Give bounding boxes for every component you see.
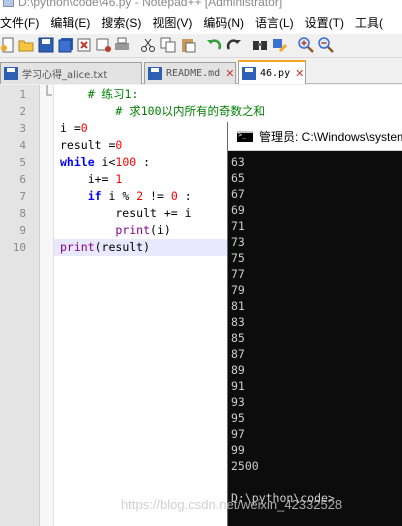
menu-settings[interactable]: 设置(T) bbox=[305, 14, 350, 31]
tab-alice-notes[interactable]: 学习心得_alice.txt bbox=[0, 62, 142, 84]
paste-icon[interactable] bbox=[180, 37, 196, 53]
line-number-gutter: 1 2 3 4 5 6 7 8 9 10 bbox=[0, 85, 40, 526]
save-all-icon[interactable] bbox=[58, 37, 74, 53]
line-number: 6 bbox=[19, 173, 26, 186]
watermark: https://blog.csdn.net/weixin_42332528 bbox=[121, 497, 343, 512]
output-line: 87 bbox=[231, 347, 245, 361]
code-line: while i<100 : bbox=[60, 155, 151, 169]
code-line: result =0 bbox=[60, 138, 123, 152]
output-line: 85 bbox=[231, 331, 245, 345]
floppy-disk-icon bbox=[148, 67, 162, 80]
notepadpp-app-icon bbox=[3, 0, 14, 7]
line-number: 4 bbox=[19, 139, 26, 152]
line-number: 9 bbox=[19, 224, 26, 237]
line-number: 7 bbox=[19, 190, 26, 203]
menu-encoding[interactable]: 编码(N) bbox=[203, 14, 250, 31]
cut-icon[interactable] bbox=[140, 37, 156, 53]
floppy-disk-icon bbox=[242, 66, 256, 80]
window-title: D:\python\code\46.py - Notepad++ [Admini… bbox=[18, 0, 283, 9]
tab-46-py[interactable]: 46.py ✕ bbox=[238, 60, 306, 84]
tab-close-icon[interactable]: ✕ bbox=[225, 67, 234, 80]
tab-label: 学习心得_alice.txt bbox=[22, 70, 108, 81]
line-number: 5 bbox=[19, 156, 26, 169]
menu-file[interactable]: 文件(F) bbox=[0, 14, 45, 31]
menu-bar: 文件(F) 编辑(E) 搜索(S) 视图(V) 编码(N) 语言(L) 设置(T… bbox=[0, 10, 402, 34]
output-line: 69 bbox=[231, 203, 245, 217]
tab-readme[interactable]: README.md ✕ bbox=[144, 62, 236, 84]
undo-icon[interactable] bbox=[206, 37, 222, 53]
line-number: 10 bbox=[12, 241, 26, 254]
output-line: 2500 bbox=[231, 459, 259, 473]
output-line: 81 bbox=[231, 299, 245, 313]
output-line: 93 bbox=[231, 395, 245, 409]
menu-view[interactable]: 视图(V) bbox=[152, 14, 198, 31]
output-line: 97 bbox=[231, 427, 245, 441]
find-icon[interactable] bbox=[252, 37, 268, 53]
tab-bar: 学习心得_alice.txt README.md ✕ 46.py ✕ bbox=[0, 59, 402, 84]
print-icon[interactable] bbox=[114, 37, 130, 53]
new-file-icon[interactable] bbox=[0, 37, 16, 53]
menu-language[interactable]: 语言(L) bbox=[255, 14, 300, 31]
console-title: 管理员: C:\Windows\system32\cmd.exe bbox=[259, 129, 402, 144]
output-line: 71 bbox=[231, 219, 245, 233]
output-line: 91 bbox=[231, 379, 245, 393]
output-line: 63 bbox=[231, 155, 245, 169]
console-output[interactable]: 63 65 67 69 71 73 75 77 79 81 83 85 87 8… bbox=[228, 151, 402, 526]
copy-icon[interactable] bbox=[160, 37, 176, 53]
code-line: print(result) bbox=[60, 240, 151, 254]
window-title-bar: D:\python\code\46.py - Notepad++ [Admini… bbox=[0, 0, 402, 10]
close-all-icon[interactable] bbox=[96, 37, 112, 53]
code-line: # 练习1: bbox=[60, 87, 139, 101]
cmd-console-window[interactable]: 管理员: C:\Windows\system32\cmd.exe 63 65 6… bbox=[227, 122, 402, 526]
menu-search[interactable]: 搜索(S) bbox=[101, 14, 147, 31]
output-line: 77 bbox=[231, 267, 245, 281]
line-number: 1 bbox=[19, 88, 26, 101]
output-line: 73 bbox=[231, 235, 245, 249]
output-line: 83 bbox=[231, 315, 245, 329]
output-line: 67 bbox=[231, 187, 245, 201]
replace-icon[interactable] bbox=[272, 37, 288, 53]
toolbar bbox=[0, 34, 402, 58]
open-file-icon[interactable] bbox=[18, 37, 34, 53]
line-number: 8 bbox=[19, 207, 26, 220]
code-line: i+= 1 bbox=[60, 172, 123, 186]
menu-edit[interactable]: 编辑(E) bbox=[50, 14, 96, 31]
code-line: print(i) bbox=[115, 223, 171, 237]
close-icon[interactable] bbox=[76, 37, 92, 53]
line-number: 2 bbox=[19, 105, 26, 118]
line-number: 3 bbox=[19, 122, 26, 135]
code-line: if i % 2 != 0 : bbox=[87, 189, 192, 203]
tab-label: 46.py bbox=[260, 67, 291, 79]
console-title-bar[interactable]: 管理员: C:\Windows\system32\cmd.exe bbox=[228, 122, 402, 151]
floppy-disk-icon bbox=[4, 67, 18, 80]
output-line: 79 bbox=[231, 283, 245, 297]
code-line: result += i bbox=[60, 206, 192, 220]
fold-line-icon bbox=[46, 85, 52, 96]
output-line: 75 bbox=[231, 251, 245, 265]
code-line: i =0 bbox=[60, 121, 88, 135]
fold-margin[interactable] bbox=[40, 85, 54, 526]
tab-close-icon[interactable]: ✕ bbox=[295, 67, 304, 80]
save-icon[interactable] bbox=[38, 37, 54, 53]
output-line: 95 bbox=[231, 411, 245, 425]
menu-tools[interactable]: 工具( bbox=[355, 14, 389, 31]
redo-icon[interactable] bbox=[226, 37, 242, 53]
output-line: 89 bbox=[231, 363, 245, 377]
zoom-out-icon[interactable] bbox=[318, 37, 334, 53]
tab-label: README.md bbox=[166, 68, 221, 79]
output-line: 99 bbox=[231, 443, 245, 457]
cmd-icon bbox=[237, 130, 253, 142]
output-line: 65 bbox=[231, 171, 245, 185]
zoom-in-icon[interactable] bbox=[298, 37, 314, 53]
code-line: # 求100以内所有的奇数之和 bbox=[60, 104, 266, 118]
